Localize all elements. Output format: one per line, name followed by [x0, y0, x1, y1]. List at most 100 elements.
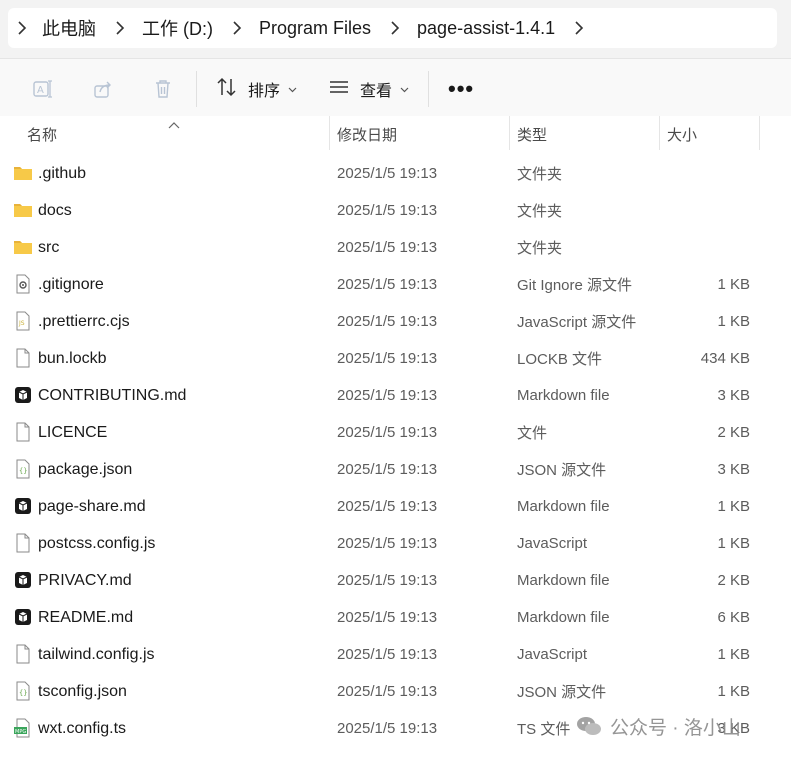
view-label: 查看 [360, 83, 393, 100]
file-row[interactable]: bun.lockb 2025/1/5 19:13 LOCKB 文件 434 KB [0, 340, 791, 377]
rename-icon[interactable]: A [31, 77, 55, 101]
file-type: Markdown file [517, 609, 610, 626]
view-button[interactable]: 查看 [328, 73, 409, 105]
column-divider[interactable] [509, 116, 510, 150]
file-row[interactable]: tailwind.config.js 2025/1/5 19:13 JavaScri… [0, 636, 791, 673]
svg-text:MPG: MPG [15, 729, 26, 735]
file-modified-date: 2025/1/5 19:13 [337, 276, 438, 293]
column-divider[interactable] [329, 116, 330, 150]
file-type: 文件 [517, 425, 548, 442]
file-row[interactable]: postcss.config.js 2025/1/5 19:13 JavaScrip… [0, 525, 791, 562]
file-row[interactable]: {} tsconfig.json 2025/1/5 19:13 JSON 源文件 1 K… [0, 673, 791, 710]
file-name: .github [38, 164, 87, 182]
file-size: 1 KB [717, 683, 750, 700]
file-row[interactable]: PRIVACY.md 2025/1/5 19:13 Markdown file 2 K… [0, 562, 791, 599]
watermark: 公众号 · 洛小山 [576, 712, 741, 740]
sort-button[interactable]: 排序 [216, 73, 297, 105]
chevron-right-icon[interactable] [565, 8, 593, 48]
chevron-right-icon[interactable] [381, 8, 409, 48]
sort-ascending-icon [168, 116, 180, 129]
breadcrumb-item-drive[interactable]: 工作 (D:) [134, 8, 223, 48]
file-row[interactable]: page-share.md 2025/1/5 19:13 Markdown file… [0, 488, 791, 525]
file-size: 2 KB [717, 572, 750, 589]
file-size: 1 KB [717, 313, 750, 330]
file-type: JSON 源文件 [517, 684, 607, 701]
column-header-name[interactable]: 名称 [27, 116, 57, 152]
file-row[interactable]: .github 2025/1/5 19:13 文件夹 [0, 155, 791, 192]
file-name: tsconfig.json [38, 682, 127, 700]
column-header: 名称 修改日期 类型 大小 [0, 116, 791, 152]
file-size: 3 KB [717, 387, 750, 404]
file-modified-date: 2025/1/5 19:13 [337, 720, 438, 737]
file-modified-date: 2025/1/5 19:13 [337, 572, 438, 589]
file-size: 1 KB [717, 498, 750, 515]
file-name: bun.lockb [38, 349, 107, 367]
file-name: .prettierrc.cjs [38, 312, 130, 330]
file-row[interactable]: .gitignore 2025/1/5 19:13 Git Ignore 源文件 1 … [0, 266, 791, 303]
file-row[interactable]: LICENCE 2025/1/5 19:13 文件 2 KB [0, 414, 791, 451]
breadcrumb-item-this-pc[interactable]: 此电脑 [36, 8, 106, 48]
file-row[interactable]: JS .prettierrc.cjs 2025/1/5 19:13 JavaScrip… [0, 303, 791, 340]
file-row[interactable]: docs 2025/1/5 19:13 文件夹 [0, 192, 791, 229]
file-row[interactable]: CONTRIBUTING.md 2025/1/5 19:13 Markdown fi… [0, 377, 791, 414]
folder-icon [13, 163, 33, 183]
file-name: CONTRIBUTING.md [38, 386, 187, 404]
file-name: wxt.config.ts [38, 719, 127, 737]
file-modified-date: 2025/1/5 19:13 [337, 165, 438, 182]
chevron-right-icon[interactable] [223, 8, 251, 48]
file-type: TS 文件 [517, 721, 571, 738]
file-type: JSON 源文件 [517, 462, 607, 479]
file-type: JavaScript [517, 646, 588, 663]
svg-text:{}: {} [19, 467, 27, 475]
chevron-down-icon [400, 80, 409, 98]
sort-icon [216, 76, 238, 103]
column-header-modified[interactable]: 修改日期 [337, 116, 397, 152]
sort-label: 排序 [248, 83, 281, 100]
view-icon [328, 76, 350, 103]
breadcrumb-item-program-files[interactable]: Program Files [251, 8, 381, 48]
file-modified-date: 2025/1/5 19:13 [337, 350, 438, 367]
file-type: LOCKB 文件 [517, 351, 603, 368]
file-modified-date: 2025/1/5 19:13 [337, 683, 438, 700]
command-bar: A 排序 查看 ••• [0, 58, 791, 116]
file-modified-date: 2025/1/5 19:13 [337, 461, 438, 478]
file-modified-date: 2025/1/5 19:13 [337, 498, 438, 515]
folder-icon [13, 200, 33, 220]
file-type: 文件夹 [517, 240, 563, 257]
file-type: Git Ignore 源文件 [517, 277, 633, 294]
file-name: PRIVACY.md [38, 571, 132, 589]
file-name: src [38, 238, 60, 256]
file-modified-date: 2025/1/5 19:13 [337, 239, 438, 256]
svg-text:{}: {} [19, 689, 27, 697]
file-size: 1 KB [717, 646, 750, 663]
column-header-type[interactable]: 类型 [517, 116, 547, 152]
more-options-button[interactable]: ••• [448, 78, 474, 100]
chevron-right-icon[interactable] [8, 8, 36, 48]
file-size: 1 KB [717, 535, 750, 552]
blank-file-icon [13, 533, 33, 553]
file-name: docs [38, 201, 72, 219]
file-name: page-share.md [38, 497, 146, 515]
address-bar[interactable]: 此电脑 工作 (D:) Program Files page-assist-1.… [8, 8, 777, 48]
file-name: postcss.config.js [38, 534, 156, 552]
column-divider[interactable] [659, 116, 660, 150]
blank-file-icon [13, 644, 33, 664]
svg-text:A: A [37, 85, 44, 96]
file-type: Markdown file [517, 387, 610, 404]
folder-icon [13, 237, 33, 257]
file-row[interactable]: {} package.json 2025/1/5 19:13 JSON 源文件 3 KB [0, 451, 791, 488]
file-type: 文件夹 [517, 203, 563, 220]
file-row[interactable]: README.md 2025/1/5 19:13 Markdown file 6 KB [0, 599, 791, 636]
share-icon[interactable] [91, 77, 115, 101]
delete-icon[interactable] [151, 77, 175, 101]
address-bar-area: 此电脑 工作 (D:) Program Files page-assist-1.… [0, 0, 791, 58]
column-divider[interactable] [759, 116, 760, 150]
file-size: 434 KB [700, 350, 750, 367]
file-name: README.md [38, 608, 134, 626]
file-size: 2 KB [717, 424, 750, 441]
file-row[interactable]: src 2025/1/5 19:13 文件夹 [0, 229, 791, 266]
column-header-size[interactable]: 大小 [667, 116, 697, 152]
file-name: package.json [38, 460, 133, 478]
chevron-right-icon[interactable] [106, 8, 134, 48]
breadcrumb-item-current-folder[interactable]: page-assist-1.4.1 [409, 8, 565, 48]
